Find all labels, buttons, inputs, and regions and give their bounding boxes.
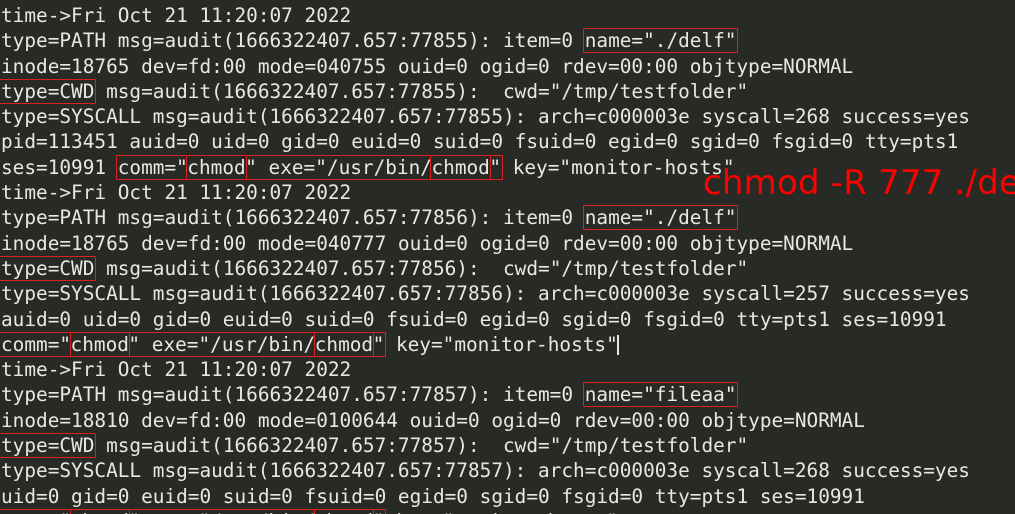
highlight-box-type-cwd: type=CWD	[0, 255, 97, 281]
log-text: " exe="/usr/bin/	[128, 510, 315, 514]
highlight-box-chmod-exe: chmod	[430, 154, 491, 180]
highlight-box-chmod-exe: chmod	[313, 508, 375, 514]
log-text: "	[489, 155, 502, 179]
highlight-box-type-cwd: type=CWD	[0, 78, 97, 104]
highlight-box-chmod-comm: chmod	[69, 331, 130, 357]
highlight-box-chmod-exe: chmod	[313, 331, 375, 357]
log-text: key="monitor-hosts"	[384, 510, 618, 514]
log-line: type=SYSCALL msg=audit(1666322407.657:77…	[1, 104, 1015, 129]
log-line: type=CWD msg=audit(1666322407.657:77855)…	[0, 78, 1015, 104]
log-line: auid=0 uid=0 gid=0 euid=0 suid=0 fsuid=0…	[1, 307, 1015, 332]
log-line: type=SYSCALL msg=audit(1666322407.657:77…	[1, 281, 1015, 306]
log-text: msg=audit(1666322407.657:77857): cwd="/t…	[94, 434, 749, 458]
log-line: time->Fri Oct 21 11:20:07 2022	[1, 357, 1015, 382]
log-line: type=CWD msg=audit(1666322407.657:77856)…	[0, 255, 1015, 281]
log-line: type=PATH msg=audit(1666322407.657:77857…	[1, 382, 1015, 408]
highlight-box-comm-exe: comm="chmod" exe="/usr/bin/chmod"	[0, 331, 387, 357]
log-text: comm="	[1, 510, 71, 514]
log-text: type=SYSCALL msg=audit(1666322407.657:77…	[1, 282, 970, 306]
log-text: type=PATH msg=audit(1666322407.657:77856…	[1, 206, 585, 230]
log-text: key="monitor-hosts"	[501, 155, 735, 179]
log-text: " exe="/usr/bin/	[245, 155, 432, 179]
highlight-box-chmod-comm: chmod	[186, 154, 247, 180]
highlight-box-name-fileaa: name="fileaa"	[582, 382, 739, 408]
log-text: " exe="/usr/bin/	[128, 332, 316, 356]
log-line: comm="chmod" exe="/usr/bin/chmod" key="m…	[0, 331, 1015, 357]
log-text: ses=10991	[1, 155, 118, 179]
log-text: time->Fri Oct 21 11:20:07 2022	[1, 181, 352, 205]
log-line: type=CWD msg=audit(1666322407.657:77857)…	[0, 433, 1015, 459]
log-line: type=PATH msg=audit(1666322407.657:77856…	[1, 205, 1015, 231]
log-text: pid=113451 auid=0 uid=0 gid=0 euid=0 sui…	[1, 130, 959, 154]
log-text: key="monitor-hosts"	[384, 332, 618, 356]
log-text: msg=audit(1666322407.657:77856): cwd="/t…	[94, 256, 749, 280]
log-text: uid=0 gid=0 euid=0 suid=0 fsuid=0 egid=0…	[1, 484, 865, 508]
log-text: msg=audit(1666322407.657:77855): cwd="/t…	[94, 79, 749, 103]
highlight-box-comm-exe: comm="chmod" exe="/usr/bin/chmod"	[115, 154, 504, 180]
log-line: inode=18810 dev=fd:00 mode=0100644 ouid=…	[1, 408, 1015, 433]
highlight-box-name-delf: name="./delf"	[582, 28, 739, 54]
log-line: time->Fri Oct 21 11:20:07 2022	[1, 3, 1015, 28]
log-text: auid=0 uid=0 gid=0 euid=0 suid=0 fsuid=0…	[1, 307, 947, 331]
log-text: inode=18765 dev=fd:00 mode=040755 ouid=0…	[1, 54, 854, 78]
log-text: type=SYSCALL msg=audit(1666322407.657:77…	[1, 105, 970, 129]
log-text: inode=18765 dev=fd:00 mode=040777 ouid=0…	[1, 231, 854, 255]
log-text: comm="	[117, 155, 188, 179]
log-line: inode=18765 dev=fd:00 mode=040777 ouid=0…	[1, 231, 1015, 256]
log-line: uid=0 gid=0 euid=0 suid=0 fsuid=0 egid=0…	[1, 484, 1015, 509]
text-cursor	[617, 334, 619, 355]
highlight-box-type-cwd: type=CWD	[0, 433, 97, 459]
log-text: type=SYSCALL msg=audit(1666322407.657:77…	[1, 459, 970, 483]
log-line: pid=113451 auid=0 uid=0 gid=0 euid=0 sui…	[1, 129, 1015, 154]
highlight-box-chmod-comm: chmod	[69, 508, 130, 514]
log-text: "	[373, 510, 385, 514]
log-line: comm="chmod" exe="/usr/bin/chmod" key="m…	[0, 508, 1015, 514]
log-text: comm="	[1, 332, 72, 356]
log-text: inode=18810 dev=fd:00 mode=0100644 ouid=…	[1, 408, 865, 432]
log-line: inode=18765 dev=fd:00 mode=040755 ouid=0…	[1, 54, 1015, 79]
log-text: type=PATH msg=audit(1666322407.657:77855…	[1, 29, 585, 53]
log-text: time->Fri Oct 21 11:20:07 2022	[1, 358, 352, 382]
log-line: type=PATH msg=audit(1666322407.657:77855…	[1, 28, 1015, 54]
highlight-box-comm-exe: comm="chmod" exe="/usr/bin/chmod"	[0, 508, 387, 514]
log-line: type=SYSCALL msg=audit(1666322407.657:77…	[1, 458, 1015, 483]
log-text: "	[372, 332, 385, 356]
log-text: time->Fri Oct 21 11:20:07 2022	[1, 4, 352, 27]
log-text: type=PATH msg=audit(1666322407.657:77857…	[1, 383, 585, 407]
highlight-box-name-delf: name="./delf"	[582, 205, 739, 231]
command-annotation: chmod -R 777 ./delf	[703, 163, 1015, 203]
terminal-output-pane[interactable]: time->Fri Oct 21 11:20:07 2022 type=PATH…	[0, 0, 1015, 514]
